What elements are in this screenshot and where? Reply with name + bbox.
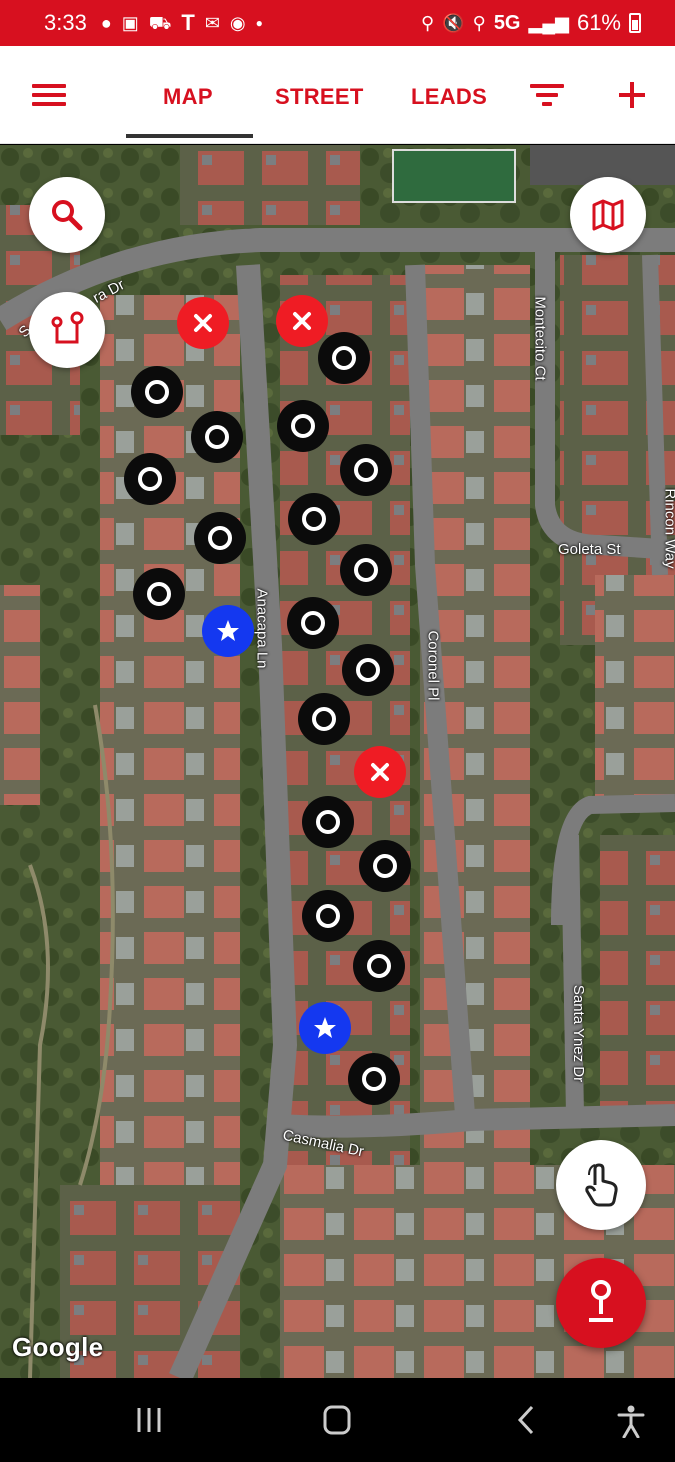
pin-not-interested[interactable] xyxy=(177,297,229,349)
pin-not-home[interactable] xyxy=(191,411,243,463)
close-icon xyxy=(194,314,212,332)
top-navigation: MAP STREET LEADS xyxy=(0,46,675,144)
street-label-montecito: Montecito Ct xyxy=(531,296,549,381)
back-icon[interactable] xyxy=(514,1404,538,1441)
pin-not-home[interactable] xyxy=(288,493,340,545)
pin-not-home[interactable] xyxy=(298,693,350,745)
tab-map[interactable]: MAP xyxy=(163,84,213,110)
app-icon: ◉ xyxy=(229,13,246,33)
pin-not-home[interactable] xyxy=(340,444,392,496)
key-icon: ⚲ xyxy=(421,13,435,33)
filter-icon[interactable] xyxy=(530,84,564,106)
system-navigation-bar xyxy=(0,1378,675,1462)
pin-drop-icon xyxy=(589,1280,613,1322)
notification-icon: ▣ xyxy=(121,13,139,33)
pin-not-home[interactable] xyxy=(302,890,354,942)
close-icon xyxy=(371,763,389,781)
map-layers-button[interactable] xyxy=(570,177,646,253)
recent-apps-icon[interactable] xyxy=(135,1404,163,1441)
pin-not-home[interactable] xyxy=(287,597,339,649)
pin-lead[interactable] xyxy=(299,1002,351,1054)
menu-icon[interactable] xyxy=(32,84,66,106)
tab-street[interactable]: STREET xyxy=(275,84,364,110)
pin-not-home[interactable] xyxy=(302,796,354,848)
street-label-rincon: Rincon Way xyxy=(661,488,675,569)
tab-leads[interactable]: LEADS xyxy=(411,84,487,110)
pin-not-home[interactable] xyxy=(359,840,411,892)
pin-not-interested[interactable] xyxy=(354,746,406,798)
pin-not-home[interactable] xyxy=(194,512,246,564)
home-icon[interactable] xyxy=(322,1404,352,1441)
search-button[interactable] xyxy=(29,177,105,253)
star-icon xyxy=(314,1017,336,1038)
battery-percent: 61% xyxy=(576,10,621,35)
pin-lead[interactable] xyxy=(202,605,254,657)
street-label-santa-ynez: Santa Ynez Dr xyxy=(570,984,588,1083)
status-bar: 3:33 ● ▣ ⛟ T ✉ ◉ ● ⚲ 🔇 ⚲ 5G ▂▄▆ 61% xyxy=(0,0,675,46)
add-icon[interactable] xyxy=(619,82,645,108)
satellite-map[interactable]: Anacapa Ln Coronel Pl Goleta St Montecit… xyxy=(0,145,675,1378)
chat-icon: ● xyxy=(100,13,112,33)
street-label-anacapa: Anacapa Ln xyxy=(253,588,271,669)
google-attribution: Google xyxy=(12,1332,104,1362)
car-icon: ⛟ xyxy=(148,13,172,33)
accessibility-icon[interactable] xyxy=(617,1404,645,1443)
route-button[interactable] xyxy=(29,292,105,368)
dot-icon: ● xyxy=(255,16,263,30)
pin-not-home[interactable] xyxy=(277,400,329,452)
signal-icon: ▂▄▆ xyxy=(528,13,569,33)
pin-not-home[interactable] xyxy=(342,644,394,696)
location-icon: ⚲ xyxy=(472,13,486,33)
street-label-coronel: Coronel Pl xyxy=(424,630,442,701)
touch-mode-button[interactable] xyxy=(556,1140,646,1230)
battery-icon xyxy=(629,13,641,33)
pin-not-home[interactable] xyxy=(318,332,370,384)
pin-not-home[interactable] xyxy=(340,544,392,596)
active-tab-indicator xyxy=(126,134,253,138)
status-time: 3:33 xyxy=(44,10,87,35)
network-label: 5G xyxy=(493,11,521,34)
pin-not-interested[interactable] xyxy=(276,295,328,347)
pin-not-home[interactable] xyxy=(133,568,185,620)
hand-pointer-icon xyxy=(585,1163,618,1207)
pin-not-home[interactable] xyxy=(124,453,176,505)
map-icon xyxy=(592,199,624,231)
star-icon xyxy=(217,620,239,641)
search-icon xyxy=(52,200,83,231)
pin-not-home[interactable] xyxy=(353,940,405,992)
pin-not-home[interactable] xyxy=(348,1053,400,1105)
drop-pin-button[interactable] xyxy=(556,1258,646,1348)
street-label-goleta: Goleta St xyxy=(558,541,621,558)
mute-icon: 🔇 xyxy=(442,13,465,33)
tmobile-icon: T xyxy=(181,10,195,35)
gmail-icon: ✉ xyxy=(204,13,220,33)
pin-not-home[interactable] xyxy=(131,366,183,418)
route-icon xyxy=(51,311,84,344)
close-icon xyxy=(293,312,311,330)
